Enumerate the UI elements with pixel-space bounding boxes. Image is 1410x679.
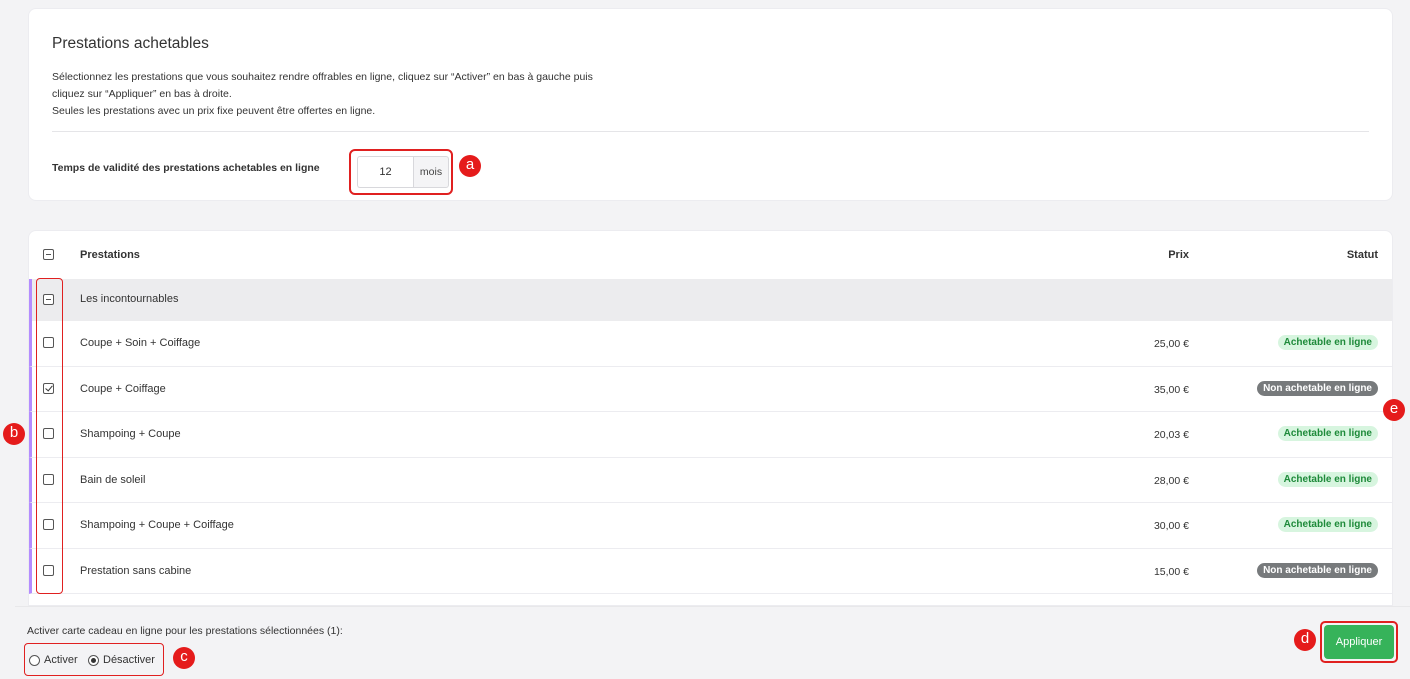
callout-marker-e: e [1383,399,1405,421]
group-row[interactable]: Les incontournables [29,279,1392,321]
validity-highlight: 12 mois [349,149,453,195]
status-badge: Achetable en ligne [1277,335,1378,350]
status-badge: Non achetable en ligne [1257,562,1378,578]
description-line: cliquez sur “Appliquer” en bas à droite. [52,88,232,100]
section-description: Sélectionnez les prestations que vous so… [52,69,752,120]
select-all-checkbox[interactable] [43,249,54,260]
callout-marker-d: d [1294,629,1316,651]
status-badge: Achetable en ligne [1277,426,1378,441]
status-badge: Achetable en ligne [1277,471,1378,487]
radio-activer-label: Activer [44,654,78,666]
table-row[interactable]: Prestation sans cabine 15,00 € Non achetab… [29,548,1392,594]
table-row[interactable]: Coupe + Coiffage 35,00 € Non achetable en … [29,366,1392,412]
apply-button[interactable]: Appliquer [1324,625,1394,659]
prestation-name: Prestation sans cabine [80,564,192,577]
section-title: Prestations achetables [52,35,209,52]
prestation-price: 15,00 € [1153,565,1189,578]
prestation-price: 25,00 € [1153,338,1189,350]
prestation-price: 20,03 € [1153,429,1189,441]
apply-highlight: Appliquer [1320,621,1398,663]
table-row[interactable]: Coupe + Soin + Coiffage 25,00 € Achetable … [29,321,1392,367]
prestation-name: Bain de soleil [80,473,146,486]
table-row[interactable]: Shampoing + Coupe 20,03 € Achetable en lig… [29,412,1392,458]
validity-unit: mois [413,156,449,188]
divider [52,131,1369,132]
prestation-price: 28,00 € [1153,474,1189,487]
description-line: Seules les prestations avec un prix fixe… [52,105,376,117]
prestation-name: Shampoing + Coupe + Coiffage [80,519,234,531]
prestation-price: 30,00 € [1153,520,1189,532]
description-line: Sélectionnez les prestations que vous so… [52,71,593,83]
checkbox-column-highlight [36,278,63,594]
callout-marker-c: c [173,647,195,669]
radio-activer-dot[interactable] [29,654,40,666]
table-row[interactable]: Bain de soleil 28,00 € Achetable en ligne [29,457,1392,503]
prestations-table: Prestations Prix Statut Les incontournab… [28,230,1393,606]
group-name: Les incontournables [80,293,179,305]
col-prestations: Prestations [80,249,140,261]
status-badge: Achetable en ligne [1277,517,1378,532]
col-statut: Statut [1346,249,1378,261]
table-row[interactable]: Shampoing + Coupe + Coiffage 30,00 € Achet… [29,503,1392,549]
prestation-price: 35,00 € [1153,383,1189,396]
footer-bar: Activer carte cadeau en ligne pour les p… [15,606,1410,679]
footer-label: Activer carte cadeau en ligne pour les p… [27,625,343,637]
settings-card: Prestations achetables Sélectionnez les … [28,8,1393,201]
prestation-name: Coupe + Soin + Coiffage [80,337,201,349]
radio-group-highlight: Activer Désactiver [24,643,164,676]
callout-marker-a: a [459,155,481,177]
prestation-name: Shampoing + Coupe [80,428,181,440]
validity-label: Temps de validité des prestations acheta… [52,162,320,174]
validity-input[interactable]: 12 [357,156,413,188]
col-prix: Prix [1168,249,1189,261]
radio-activer[interactable]: Activer [29,654,78,666]
callout-marker-b: b [3,423,25,445]
radio-desactiver[interactable]: Désactiver [88,654,155,666]
table-header: Prestations Prix Statut [29,231,1392,279]
prestation-name: Coupe + Coiffage [80,382,166,395]
radio-desactiver-dot[interactable] [88,654,99,666]
radio-desactiver-label: Désactiver [103,654,155,666]
status-badge: Non achetable en ligne [1257,380,1378,396]
